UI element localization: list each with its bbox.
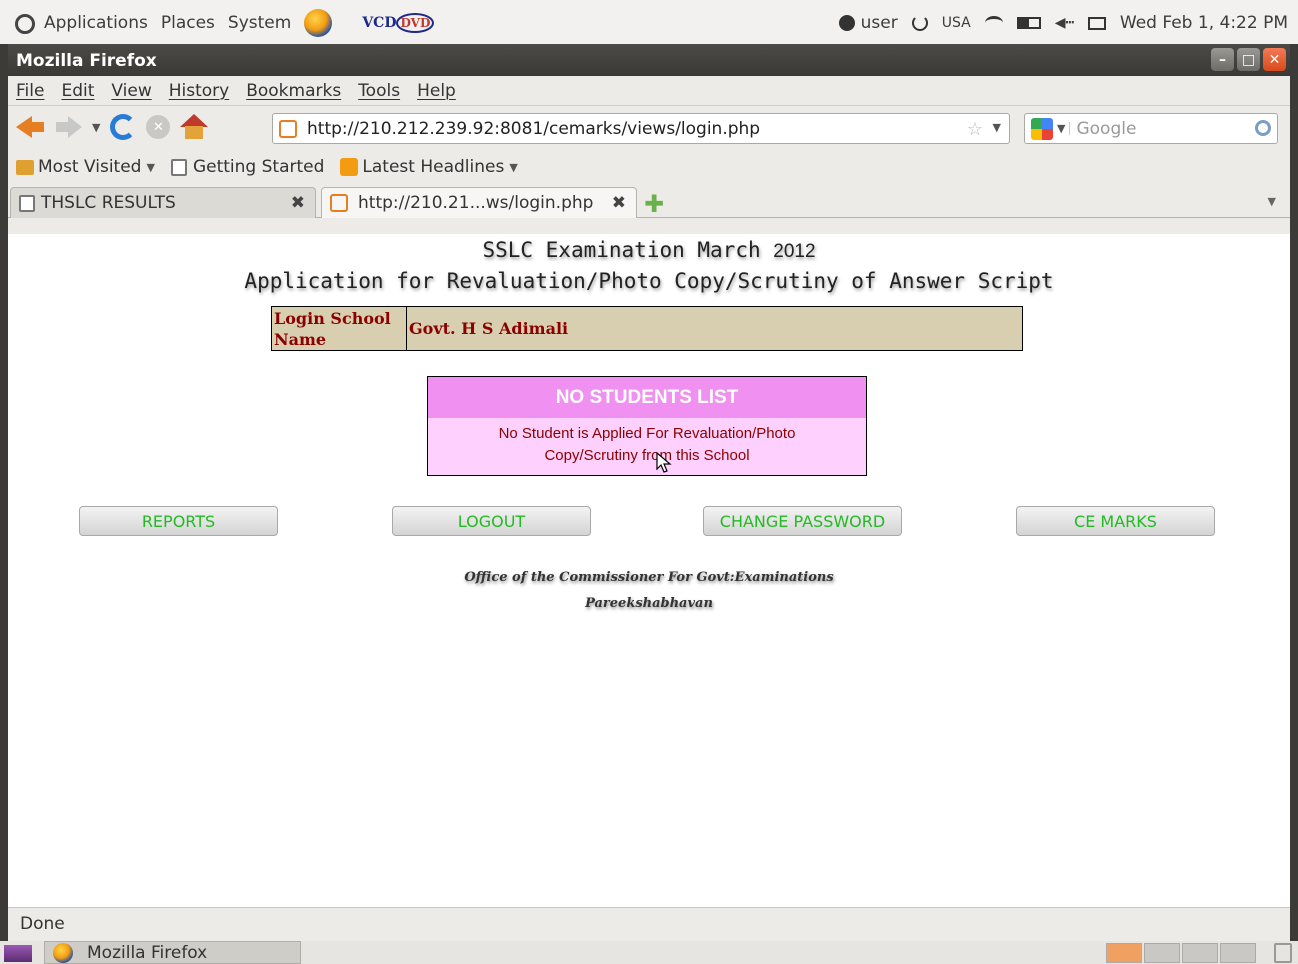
workspace-3[interactable]	[1182, 943, 1218, 963]
url-text: http://210.212.239.92:8081/cemarks/views…	[307, 118, 761, 139]
folder-icon	[16, 159, 34, 175]
gnome-foot-icon[interactable]	[12, 11, 36, 35]
page-icon	[170, 158, 187, 176]
search-placeholder: Google	[1076, 118, 1137, 139]
page-title: SSLC Examination March 2012	[482, 238, 816, 262]
footer-pareekshabhavan: Pareekshabhavan	[585, 596, 713, 611]
top-panel: Applications Places System VCD DVD user U…	[0, 0, 1298, 44]
user-menu[interactable]: user	[838, 13, 898, 33]
footer-office: Office of the Commissioner For Govt:Exam…	[464, 570, 834, 585]
battery-icon[interactable]	[1016, 17, 1041, 29]
login-school-label: Login School Name	[272, 307, 407, 350]
menubar: File Edit View History Bookmarks Tools H…	[8, 76, 1290, 106]
menu-bookmarks[interactable]: Bookmarks	[246, 81, 341, 101]
trash-icon[interactable]	[1274, 943, 1292, 963]
search-icon[interactable]	[1255, 120, 1271, 136]
new-tab-plus-icon[interactable]: ✚	[644, 190, 664, 218]
firefox-launcher-icon[interactable]	[304, 9, 333, 37]
search-bar[interactable]: ▼ Google	[1024, 113, 1278, 144]
minimize-button[interactable]: –	[1211, 48, 1234, 71]
menu-help[interactable]: Help	[417, 81, 456, 101]
change-password-button[interactable]: CHANGE PASSWORD	[703, 506, 902, 536]
power-icon[interactable]	[911, 15, 928, 31]
bookmark-star-icon[interactable]: ☆	[967, 119, 983, 140]
close-tab-icon[interactable]: ✖	[291, 193, 305, 213]
mail-icon[interactable]	[1087, 16, 1106, 30]
close-window-button[interactable]: ✕	[1263, 48, 1286, 71]
login-school-table: Login School Name Govt. H S Adimali	[271, 306, 1023, 351]
site-favicon-icon	[330, 194, 348, 212]
menu-tools[interactable]: Tools	[358, 81, 400, 101]
window-title: Mozilla Firefox	[16, 51, 157, 71]
page-content: SSLC Examination March 2012 Application …	[8, 234, 1290, 907]
tab-bar: THSLC RESULTS ✖ http://210.21...ws/login…	[8, 184, 1290, 218]
keyboard-layout[interactable]: USA	[942, 15, 971, 31]
wifi-icon[interactable]	[984, 16, 1003, 30]
navigation-toolbar: ▼ ✕ http://210.212.239.92:8081/cemarks/v…	[8, 106, 1290, 150]
bookmarks-toolbar: Most Visited ▼ Getting Started Latest Hea…	[8, 150, 1290, 184]
user-status-icon	[838, 15, 855, 31]
tab-thslc-results[interactable]: THSLC RESULTS ✖	[10, 187, 316, 218]
logout-button[interactable]: LOGOUT	[392, 506, 591, 536]
maximize-button[interactable]: □	[1237, 48, 1260, 71]
rss-icon	[340, 158, 359, 176]
forward-arrow-icon[interactable]	[56, 115, 82, 139]
menu-edit[interactable]: Edit	[61, 81, 94, 101]
window-titlebar[interactable]: Mozilla Firefox – □ ✕	[8, 44, 1290, 76]
workspace-2[interactable]	[1144, 943, 1180, 963]
menu-history[interactable]: History	[169, 81, 229, 101]
reload-icon[interactable]	[110, 114, 137, 140]
reports-button[interactable]: REPORTS	[79, 506, 278, 536]
notice-title: NO STUDENTS LIST	[428, 377, 866, 418]
close-tab-icon[interactable]: ✖	[612, 193, 626, 213]
stop-icon[interactable]: ✕	[146, 115, 171, 139]
vcd-dvd-launcher-icon[interactable]: VCD DVD	[362, 13, 435, 33]
google-engine-icon[interactable]	[1031, 117, 1053, 140]
status-text: Done	[20, 914, 65, 934]
url-bar[interactable]: http://210.212.239.92:8081/cemarks/views…	[272, 113, 1010, 144]
no-students-notice: NO STUDENTS LIST No Student is Applied F…	[427, 376, 867, 476]
menu-file[interactable]: File	[16, 81, 44, 101]
bookmark-most-visited[interactable]: Most Visited ▼	[16, 157, 155, 177]
bottom-panel: Mozilla Firefox	[0, 941, 1298, 964]
ce-marks-button[interactable]: CE MARKS	[1016, 506, 1215, 536]
applications-menu[interactable]: Applications	[44, 13, 148, 33]
firefox-icon	[53, 942, 73, 963]
back-arrow-icon[interactable]	[16, 114, 46, 140]
places-menu[interactable]: Places	[161, 13, 215, 33]
page-subtitle: Application for Revaluation/Photo Copy/S…	[244, 269, 1054, 293]
firefox-window: Mozilla Firefox – □ ✕ File Edit View His…	[8, 44, 1290, 941]
page-icon	[19, 194, 35, 212]
bookmark-getting-started[interactable]: Getting Started	[170, 157, 324, 177]
tab-login-php[interactable]: http://210.21...ws/login.php ✖	[321, 187, 637, 218]
volume-icon[interactable]: ◀┅	[1055, 15, 1074, 31]
workspace-1[interactable]	[1106, 943, 1142, 963]
workspace-4[interactable]	[1220, 943, 1256, 963]
clock[interactable]: Wed Feb 1, 4:22 PM	[1120, 13, 1288, 33]
tab-list-dropdown-icon[interactable]: ▼	[1268, 195, 1276, 208]
menu-view[interactable]: View	[111, 81, 151, 101]
url-dropdown-icon[interactable]: ▼	[993, 121, 1001, 134]
site-favicon-icon	[279, 119, 297, 138]
bookmark-latest-headlines[interactable]: Latest Headlines ▼	[340, 157, 518, 177]
home-icon[interactable]	[180, 114, 209, 140]
system-menu[interactable]: System	[228, 13, 291, 33]
status-bar: Done	[8, 907, 1290, 941]
school-name: Govt. H S Adimali	[409, 319, 569, 338]
notice-body: No Student is Applied For Revaluation/Ph…	[498, 425, 796, 464]
show-desktop-icon[interactable]	[4, 945, 32, 962]
taskbar-firefox[interactable]: Mozilla Firefox	[44, 941, 301, 964]
history-dropdown-icon[interactable]: ▼	[92, 121, 100, 134]
search-engine-dropdown-icon[interactable]: ▼	[1057, 122, 1071, 135]
